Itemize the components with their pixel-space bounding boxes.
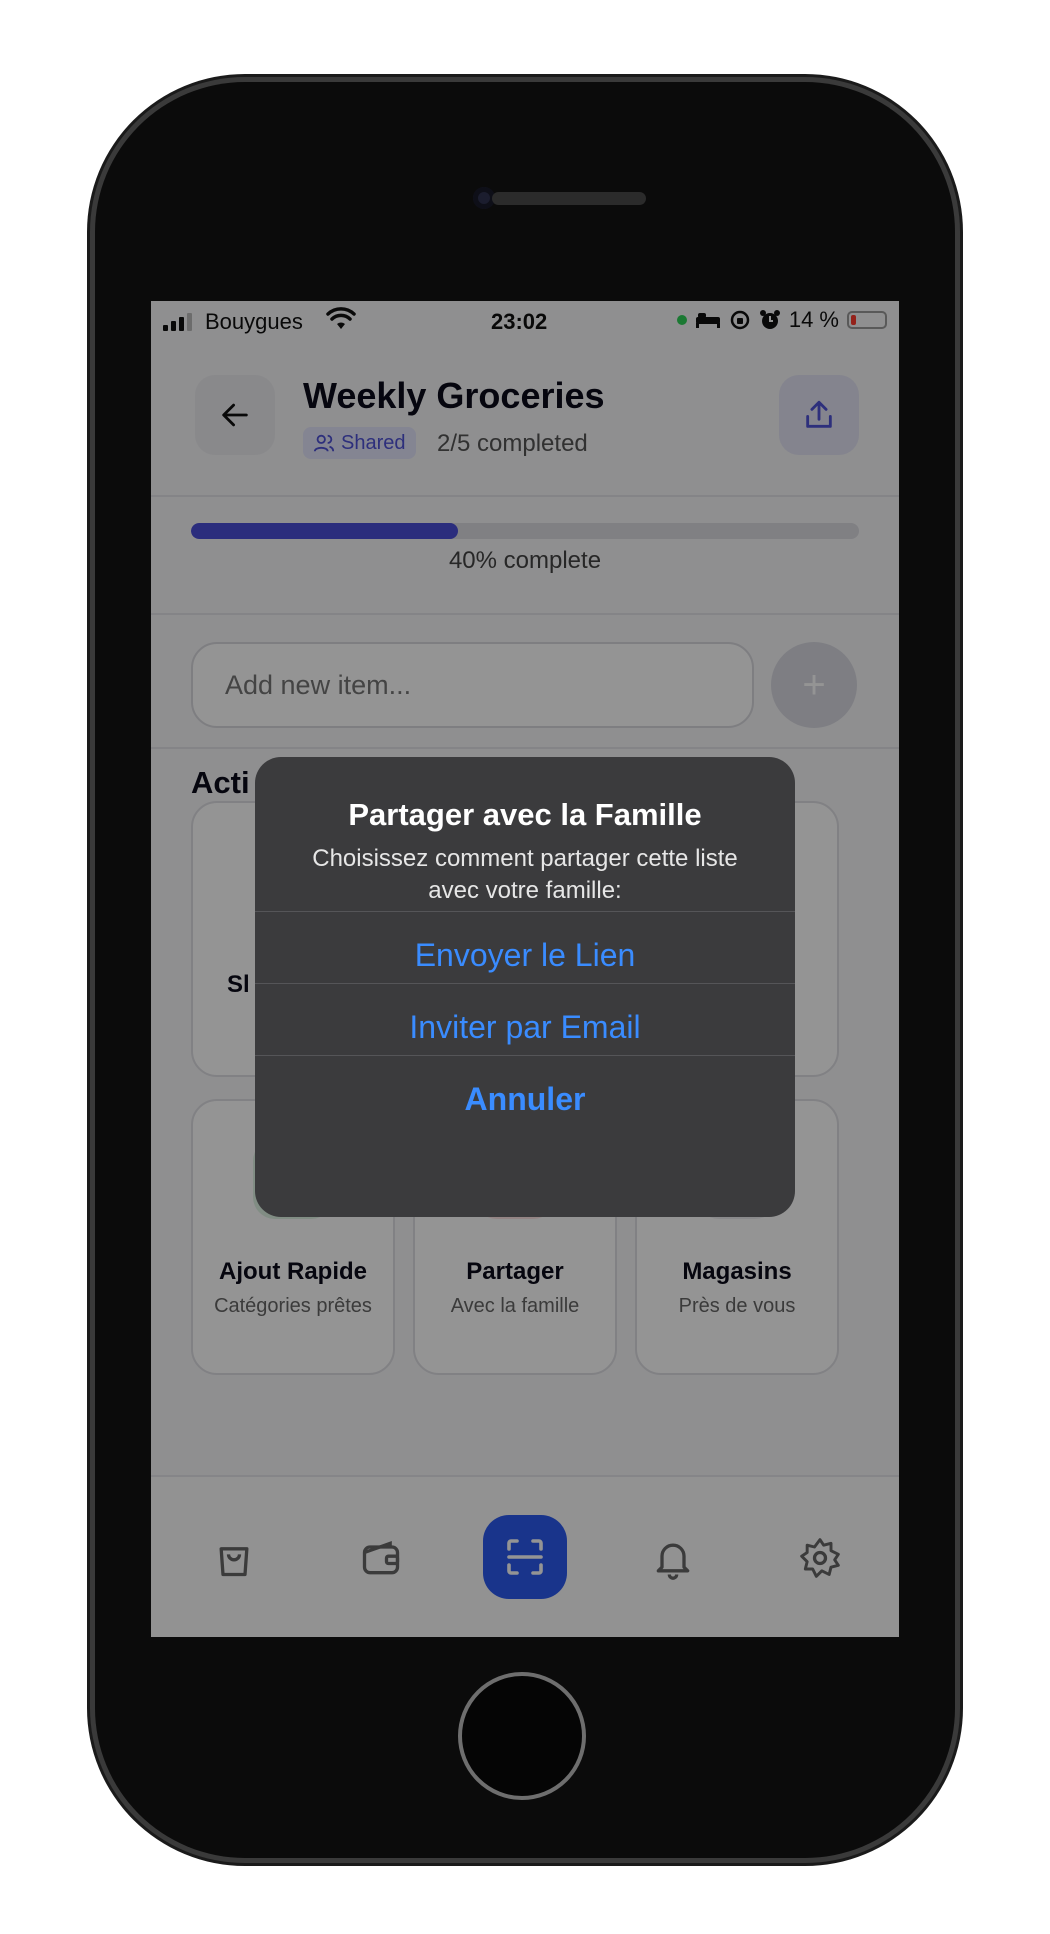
- alert-title: Partager avec la Famille: [348, 797, 702, 832]
- earpiece-speaker: [492, 192, 646, 205]
- share-alert-dialog: Partager avec la Famille Choisissez comm…: [255, 757, 795, 1217]
- alert-message: Choisissez comment partager cette liste …: [312, 845, 738, 904]
- cancel-button[interactable]: Annuler: [255, 1055, 795, 1143]
- home-button[interactable]: [458, 1672, 586, 1800]
- app-screen: Bouygues 23:02 14 % Weekly Groceries Sha…: [151, 301, 899, 1637]
